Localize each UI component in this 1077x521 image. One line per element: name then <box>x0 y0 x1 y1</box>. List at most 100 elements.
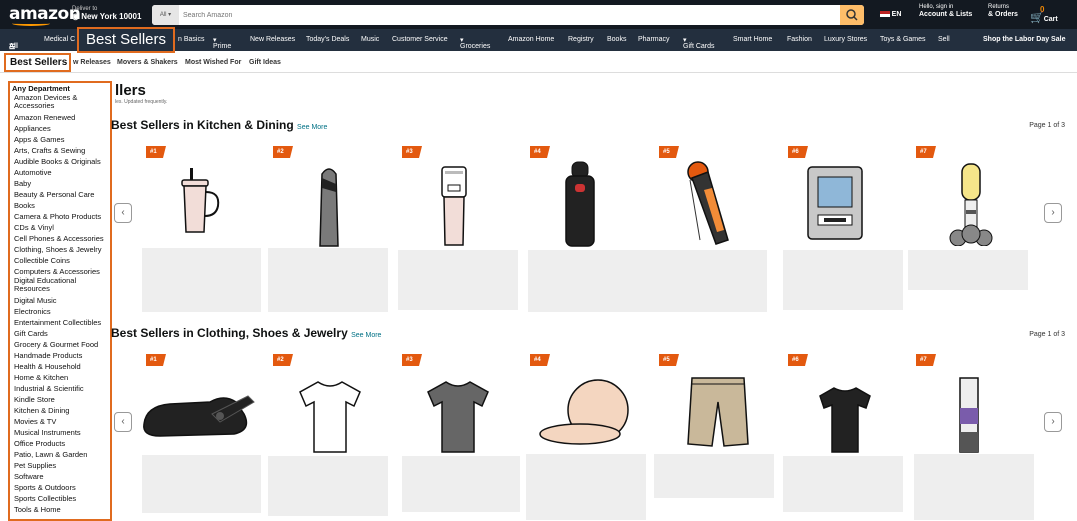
sidebar-item[interactable]: Camera & Photo Products <box>10 211 110 222</box>
nav-item-smart-home[interactable]: Smart Home <box>733 36 772 43</box>
nav-item-groceries[interactable]: Groceries ▾ <box>460 36 490 50</box>
sidebar-item[interactable]: Grocery & Gourmet Food <box>10 339 110 350</box>
sidebar-item[interactable]: Baby <box>10 178 110 189</box>
subnav-best-sellers[interactable]: Best Sellers <box>4 53 71 72</box>
rank-badge: #6 <box>788 354 808 366</box>
nav-item-fashion[interactable]: Fashion <box>787 36 812 43</box>
sidebar-item[interactable]: Entertainment Collectibles <box>10 317 110 328</box>
sidebar-item[interactable]: Clothing, Shoes & Jewelry <box>10 244 110 255</box>
nav-item-gift-cards[interactable]: Gift Cards ▾ <box>683 36 715 50</box>
product-image-scale[interactable] <box>806 165 864 241</box>
sidebar-item[interactable]: Electronics <box>10 306 110 317</box>
product-image-clog[interactable] <box>140 388 256 444</box>
returns-orders[interactable]: Returns & Orders <box>988 4 1018 18</box>
product-image-sharpener[interactable] <box>314 166 344 248</box>
pager-kitchen: Page 1 of 3 <box>1029 122 1065 129</box>
product-image-shorts[interactable] <box>686 376 750 448</box>
sidebar-item[interactable]: Amazon Renewed <box>10 112 110 123</box>
sidebar-item[interactable]: Software <box>10 471 110 482</box>
nav-item-basics[interactable]: n Basics <box>178 36 204 43</box>
sidebar-item[interactable]: Movies & TV <box>10 416 110 427</box>
product-image-lamp[interactable] <box>948 162 994 246</box>
sidebar-item[interactable]: Patio, Lawn & Garden <box>10 449 110 460</box>
nav-item-pharmacy[interactable]: Pharmacy <box>638 36 670 43</box>
sidebar-item[interactable]: Gift Cards <box>10 328 110 339</box>
nav-item-music[interactable]: Music <box>361 36 379 43</box>
sidebar-item[interactable]: Beauty & Personal Care <box>10 189 110 200</box>
sidebar-item[interactable]: Tools & Home <box>10 504 110 515</box>
account-menu[interactable]: Hello, sign in Account & Lists <box>919 4 972 18</box>
product-image-bra-pads[interactable] <box>538 378 638 454</box>
sidebar-item[interactable]: Audible Books & Originals <box>10 156 110 167</box>
sidebar-item[interactable]: Kindle Store <box>10 394 110 405</box>
carousel-next-button[interactable]: › <box>1044 203 1062 223</box>
language-selector[interactable]: EN <box>880 11 901 19</box>
nav-item-prime[interactable]: Prime ▾ <box>213 36 231 50</box>
product-image-white-tshirt[interactable] <box>298 380 362 454</box>
sidebar-item[interactable]: Home & Kitchen <box>10 372 110 383</box>
nav-item-customer-service[interactable]: Customer Service <box>392 36 448 43</box>
section-title-clothing: Best Sellers in Clothing, Shoes & Jewelr… <box>111 326 381 340</box>
sidebar-item[interactable]: Collectible Coins <box>10 255 110 266</box>
sidebar-item[interactable]: Amazon Devices & Accessories <box>10 94 110 112</box>
sidebar-item[interactable]: CDs & Vinyl <box>10 222 110 233</box>
search-icon <box>846 9 858 21</box>
nav-item-toys-games[interactable]: Toys & Games <box>880 36 926 43</box>
groceries-label: Groceries <box>460 43 491 50</box>
sidebar-item[interactable]: Handmade Products <box>10 350 110 361</box>
sidebar-item[interactable]: Arts, Crafts & Sewing <box>10 145 110 156</box>
product-image-black-bottle[interactable] <box>562 160 598 248</box>
product-image-socks[interactable] <box>956 376 982 454</box>
nav-item-luxury-stores[interactable]: Luxury Stores <box>824 36 867 43</box>
returns-label: Returns <box>988 4 1010 10</box>
product-info-placeholder <box>402 456 520 512</box>
sidebar-item[interactable]: Industrial & Scientific <box>10 383 110 394</box>
nav-item-books[interactable]: Books <box>607 36 626 43</box>
search-input[interactable] <box>180 5 840 25</box>
product-image-bottle[interactable] <box>439 165 469 247</box>
product-image-black-tshirt[interactable] <box>818 386 872 454</box>
subnav-gift-ideas[interactable]: Gift Ideas <box>249 59 281 66</box>
subnav-movers-shakers[interactable]: Movers & Shakers <box>117 59 178 66</box>
nav-item-todays-deals[interactable]: Today's Deals <box>306 36 349 43</box>
see-more-link[interactable]: See More <box>297 124 327 131</box>
nav-item-amazon-home[interactable]: Amazon Home <box>508 36 554 43</box>
deliver-to[interactable]: Deliver to ◉ New York 10001 <box>72 5 141 21</box>
product-info-placeholder <box>268 248 388 312</box>
nav-promo-labor-day[interactable]: Shop the Labor Day Sale <box>983 36 1065 43</box>
product-image-gray-tshirt[interactable] <box>426 380 490 454</box>
sidebar-item[interactable]: Digital Music <box>10 295 110 306</box>
orders-label: & Orders <box>988 11 1018 18</box>
sidebar-item[interactable]: Cell Phones & Accessories <box>10 233 110 244</box>
sidebar-item[interactable]: Sports Collectibles <box>10 493 110 504</box>
subnav-new-releases[interactable]: w Releases <box>73 59 111 66</box>
nav-item-new-releases[interactable]: New Releases <box>250 36 295 43</box>
sidebar-item[interactable]: Automotive <box>10 167 110 178</box>
see-more-link[interactable]: See More <box>351 332 381 339</box>
all-label: All <box>9 43 18 50</box>
sidebar-item[interactable]: Books <box>10 200 110 211</box>
search-button[interactable] <box>840 5 864 25</box>
sidebar-item[interactable]: Apps & Games <box>10 134 110 145</box>
nav-item-registry[interactable]: Registry <box>568 36 594 43</box>
nav-item-sell[interactable]: Sell <box>938 36 950 43</box>
sidebar-item[interactable]: Kitchen & Dining <box>10 405 110 416</box>
sidebar-item[interactable]: Sports & Outdoors <box>10 482 110 493</box>
search-category-select[interactable]: All ▾ <box>152 5 179 25</box>
product-image-thermometer[interactable] <box>684 158 734 248</box>
sidebar-item[interactable]: Digital Educational Resources <box>10 277 110 295</box>
nav-item-medical[interactable]: Medical C <box>44 36 75 43</box>
cart-button[interactable]: 0 🛒Cart <box>1030 6 1058 24</box>
sidebar-item[interactable]: Musical Instruments <box>10 427 110 438</box>
sidebar-item[interactable]: Health & Household <box>10 361 110 372</box>
carousel-prev-button[interactable]: ‹ <box>114 412 132 432</box>
sidebar-item[interactable]: Pet Supplies <box>10 460 110 471</box>
product-info-placeholder <box>783 456 903 512</box>
nav-item-best-sellers[interactable]: Best Sellers <box>77 27 175 53</box>
carousel-prev-button[interactable]: ‹ <box>114 203 132 223</box>
sidebar-item[interactable]: Appliances <box>10 123 110 134</box>
subnav-most-wished[interactable]: Most Wished For <box>185 59 241 66</box>
product-image-tumbler[interactable] <box>176 168 226 248</box>
carousel-next-button[interactable]: › <box>1044 412 1062 432</box>
sidebar-item[interactable]: Office Products <box>10 438 110 449</box>
